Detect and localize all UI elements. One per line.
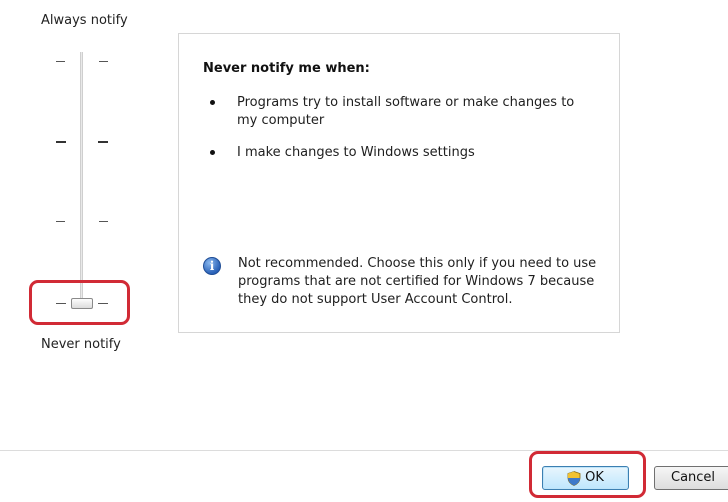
uac-settings-window: Always notify Never notify Never notify … (0, 0, 728, 502)
slider-bottom-label: Never notify (41, 337, 121, 352)
slider-tick (56, 61, 65, 62)
description-panel: Never notify me when: Programs try to in… (178, 33, 620, 333)
slider-tick (56, 141, 66, 143)
bullet-list: Programs try to install software or make… (207, 94, 587, 176)
list-item-text: Programs try to install software or make… (237, 95, 575, 128)
ok-highlight-annotation (529, 451, 646, 498)
slider-tick (99, 221, 108, 222)
list-item: I make changes to Windows settings (207, 144, 587, 162)
list-item: Programs try to install software or make… (207, 94, 587, 130)
list-item-text: I make changes to Windows settings (237, 145, 475, 160)
slider-highlight-annotation (29, 280, 130, 325)
slider-tick (56, 221, 65, 222)
cancel-button-label: Cancel (671, 470, 716, 485)
info-icon: i (203, 257, 221, 275)
panel-title: Never notify me when: (203, 61, 370, 76)
slider-top-label: Always notify (41, 13, 128, 28)
bullet-icon (210, 100, 215, 105)
cancel-button[interactable]: Cancel (654, 466, 728, 490)
info-text: Not recommended. Choose this only if you… (238, 256, 597, 307)
slider-track[interactable] (80, 52, 83, 304)
bullet-icon (210, 150, 215, 155)
slider-tick (99, 61, 108, 62)
slider-tick (98, 141, 108, 143)
